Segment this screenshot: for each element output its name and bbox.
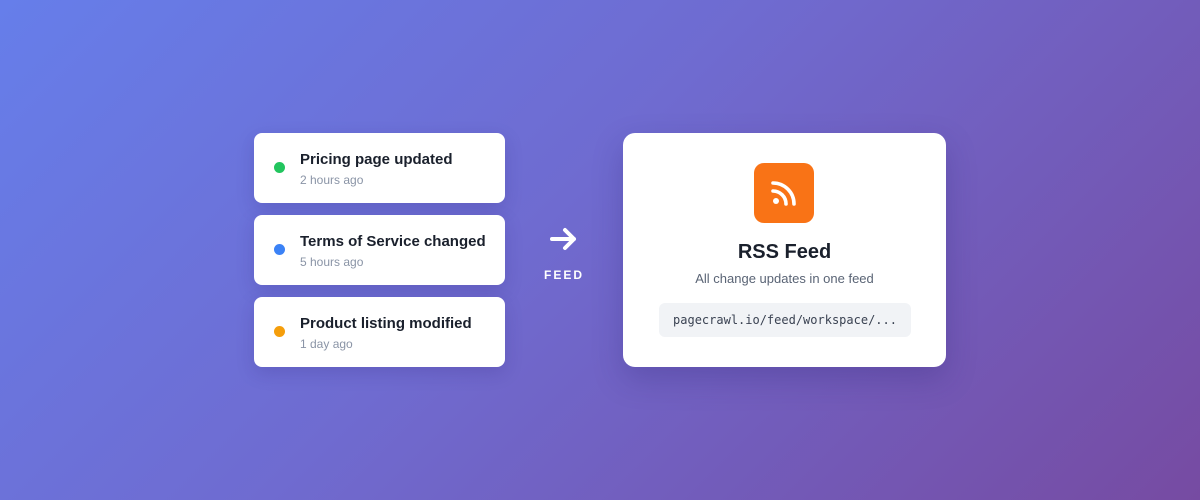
change-item[interactable]: Terms of Service changed 5 hours ago: [254, 215, 505, 285]
arrow-right-icon: [550, 228, 576, 250]
feed-subtitle: All change updates in one feed: [695, 271, 874, 286]
status-dot-icon: [274, 326, 285, 337]
change-list: Pricing page updated 2 hours ago Terms o…: [254, 133, 505, 367]
feed-label: FEED: [543, 268, 584, 282]
change-title: Terms of Service changed: [300, 233, 486, 250]
status-dot-icon: [274, 162, 285, 173]
rss-icon: [771, 181, 796, 206]
change-item[interactable]: Product listing modified 1 day ago: [254, 297, 505, 367]
rss-badge: [754, 163, 814, 223]
rss-feed-card[interactable]: RSS Feed All change updates in one feed …: [623, 133, 946, 367]
change-time: 5 hours ago: [300, 255, 364, 269]
change-time: 1 day ago: [300, 337, 353, 351]
feed-connector: FEED: [530, 222, 598, 282]
change-title: Pricing page updated: [300, 151, 453, 168]
status-dot-icon: [274, 244, 285, 255]
change-item[interactable]: Pricing page updated 2 hours ago: [254, 133, 505, 203]
change-title: Product listing modified: [300, 315, 472, 332]
feed-url[interactable]: pagecrawl.io/feed/workspace/...: [659, 303, 911, 337]
change-time: 2 hours ago: [300, 173, 364, 187]
feed-title: RSS Feed: [737, 241, 832, 263]
stage: Pricing page updated 2 hours ago Terms o…: [0, 0, 1200, 500]
